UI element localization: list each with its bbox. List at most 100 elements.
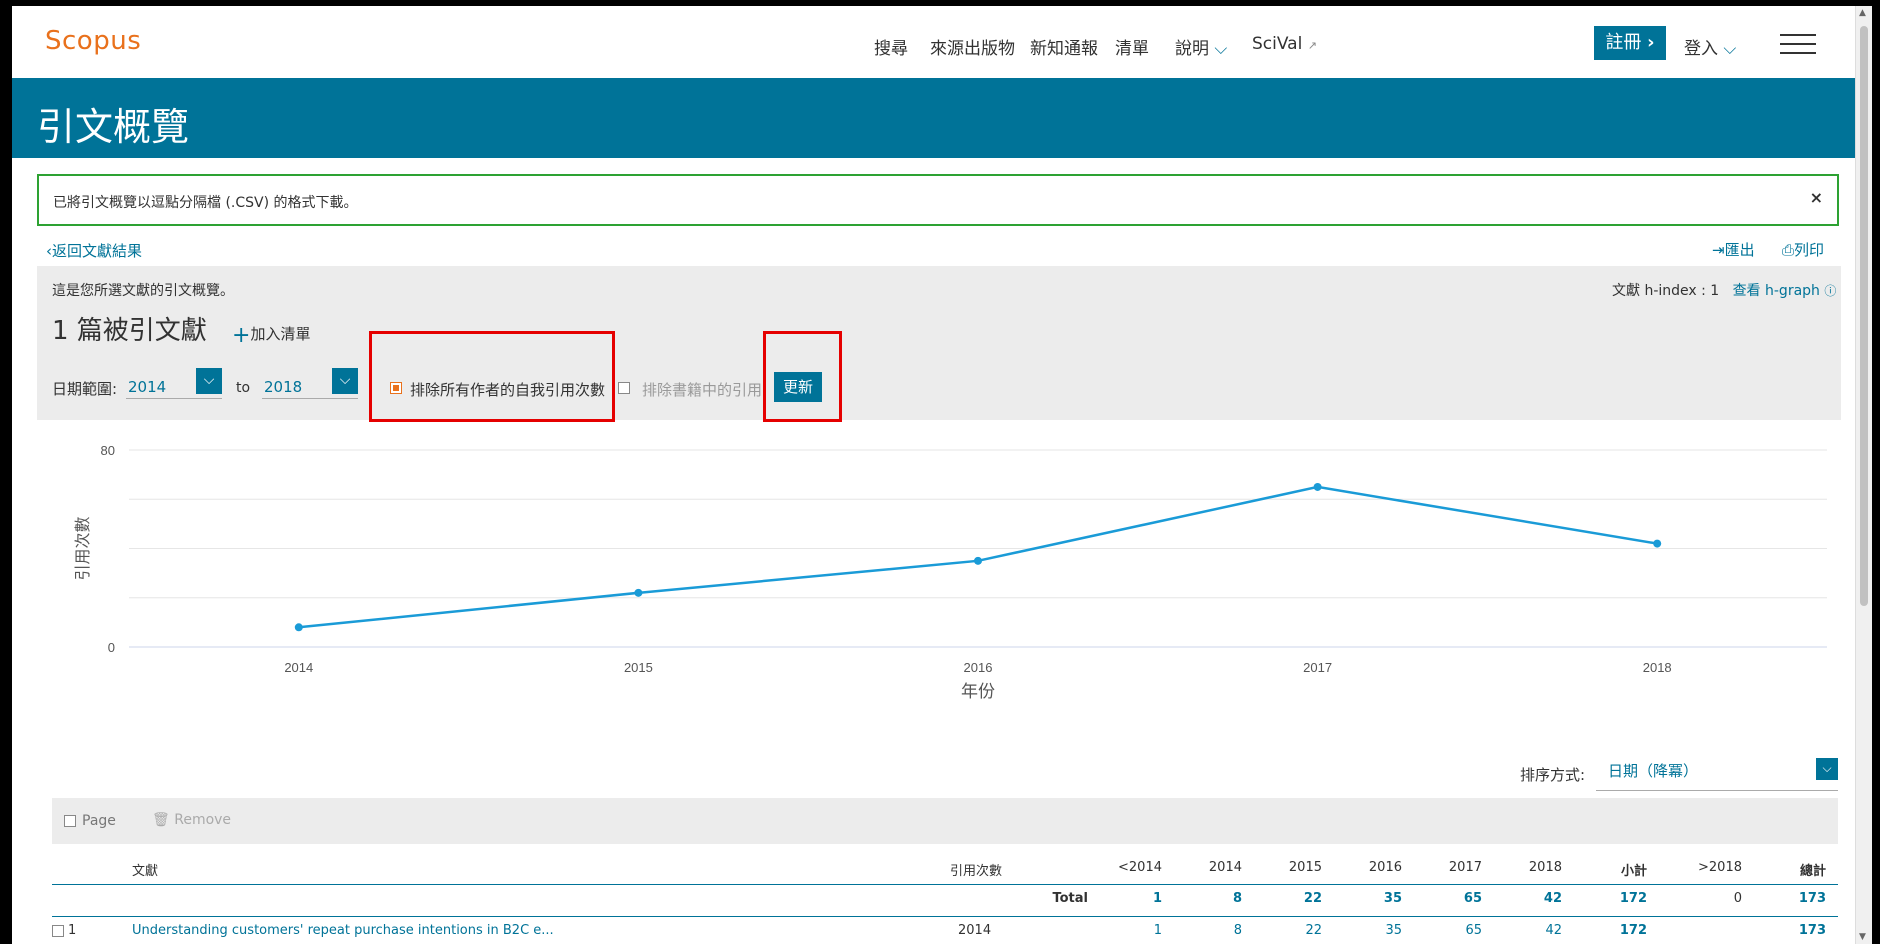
close-icon[interactable]: × <box>1810 188 1823 207</box>
citation-cell[interactable]: 8 <box>1162 923 1242 938</box>
total-cell[interactable]: 172 <box>1567 891 1647 906</box>
signup-label: 註冊 <box>1605 32 1642 53</box>
citation-cell[interactable]: 22 <box>1242 923 1322 938</box>
overview-description: 這是您所選文獻的引文概覽。 <box>52 283 234 299</box>
download-notice: 已將引文概覽以逗點分隔檔 (.CSV) 的格式下載。 × <box>37 174 1839 226</box>
chevron-down-icon[interactable]: ⌵ <box>332 368 358 394</box>
citation-cell[interactable]: 173 <box>1746 923 1826 938</box>
nav-scival[interactable]: SciVal ↗ <box>1252 34 1317 54</box>
x-tick-label: 2017 <box>1303 660 1332 675</box>
column-header: 小計 <box>1620 864 1647 879</box>
data-point <box>634 588 643 597</box>
login-button[interactable]: 登入 ⌵ <box>1684 34 1736 59</box>
h-index-label: 文獻 h-index : 1 <box>1612 283 1720 299</box>
scroll-up-icon[interactable]: ▲ <box>1859 8 1866 18</box>
y-tick-label: 80 <box>101 443 115 458</box>
highlight-box-update <box>763 331 842 422</box>
total-cell[interactable]: 1 <box>1082 891 1162 906</box>
external-link-icon: ↗ <box>1307 39 1317 52</box>
chevron-down-icon[interactable]: ⌵ <box>1816 758 1838 780</box>
plus-icon: + <box>232 323 251 348</box>
column-header: 2014 <box>1208 860 1242 875</box>
citation-cell[interactable]: 65 <box>1402 923 1482 938</box>
nav-lists[interactable]: 清單 <box>1115 34 1149 59</box>
table-toolbar: Page 🗑 Remove <box>52 798 1838 844</box>
select-page-label[interactable]: Page <box>82 813 116 829</box>
date-to-select[interactable]: 2018 ⌵ <box>262 368 358 399</box>
column-header[interactable]: 引用次數 <box>912 860 1002 879</box>
column-header: <2014 <box>1118 860 1162 875</box>
back-to-results-link[interactable]: ‹返回文獻結果 <box>46 240 142 261</box>
chevron-down-icon[interactable]: ⌵ <box>196 368 222 394</box>
printer-icon: ⎙ <box>1782 241 1795 259</box>
total-cell[interactable]: 42 <box>1482 891 1562 906</box>
total-cell[interactable]: 22 <box>1242 891 1322 906</box>
y-tick-label: 0 <box>108 640 115 655</box>
select-page-checkbox[interactable] <box>64 815 76 827</box>
chevron-right-icon: › <box>1647 32 1655 53</box>
date-from-select[interactable]: 2014 ⌵ <box>126 368 222 399</box>
notice-text: 已將引文概覽以逗點分隔檔 (.CSV) 的格式下載。 <box>53 195 358 211</box>
row-checkbox[interactable] <box>52 925 64 937</box>
h-index: 文獻 h-index : 1 查看 h-graph ⓘ <box>1612 280 1836 300</box>
sort-label: 排序方式: <box>1520 766 1586 784</box>
scrollbar-thumb[interactable] <box>1860 26 1868 606</box>
data-point <box>1313 482 1322 491</box>
nav-help[interactable]: 說明 ⌵ <box>1175 34 1227 59</box>
remove-button[interactable]: 🗑 Remove <box>152 812 231 828</box>
data-point <box>294 623 303 632</box>
view-h-graph-link[interactable]: 查看 h-graph <box>1733 283 1820 299</box>
nav-alerts[interactable]: 新知通報 <box>1030 34 1098 59</box>
column-header: >2018 <box>1698 860 1742 875</box>
data-point <box>1653 539 1662 548</box>
column-header[interactable]: 文獻 <box>132 860 158 879</box>
date-to-value: 2018 <box>264 378 303 396</box>
scopus-logo[interactable]: Scopus <box>45 26 141 56</box>
page-banner: 引文概覽 <box>12 78 1872 158</box>
total-label: Total <box>1052 891 1088 906</box>
top-navigation: Scopus 搜尋 來源出版物 新知通報 清單 說明 ⌵ SciVal ↗ 註冊… <box>12 6 1872 78</box>
citation-cell[interactable]: 42 <box>1482 923 1562 938</box>
add-to-list-label: 加入清單 <box>250 325 311 343</box>
nav-help-label: 說明 <box>1175 39 1209 59</box>
export-icon: ⇥ <box>1712 241 1725 259</box>
export-button[interactable]: ⇥匯出 <box>1712 239 1755 260</box>
date-from-value: 2014 <box>128 378 167 396</box>
total-cell[interactable]: 35 <box>1322 891 1402 906</box>
browser-page: Scopus 搜尋 來源出版物 新知通報 清單 說明 ⌵ SciVal ↗ 註冊… <box>12 6 1872 944</box>
total-cell[interactable]: 173 <box>1746 891 1826 906</box>
citation-cell[interactable]: 1 <box>1082 923 1162 938</box>
row-index: 1 <box>68 923 77 938</box>
nav-sources[interactable]: 來源出版物 <box>930 34 1015 59</box>
scroll-down-icon[interactable]: ▼ <box>1859 932 1866 942</box>
sort-select[interactable]: 日期（降冪） ⌵ <box>1596 754 1838 791</box>
date-range-label: 日期範圍: <box>52 380 118 398</box>
remove-label: Remove <box>174 812 232 828</box>
add-to-list-button[interactable]: +加入清單 <box>232 320 311 348</box>
exclude-books-checkbox[interactable] <box>618 382 630 394</box>
x-tick-label: 2016 <box>964 660 993 675</box>
trash-icon: 🗑 <box>152 812 170 828</box>
menu-icon[interactable] <box>1780 34 1816 61</box>
help-icon[interactable]: ⓘ <box>1824 284 1836 298</box>
column-header: 總計 <box>1799 864 1826 879</box>
print-button[interactable]: ⎙列印 <box>1782 239 1824 260</box>
total-cell[interactable]: 8 <box>1162 891 1242 906</box>
column-header: 2016 <box>1368 860 1402 875</box>
sort-value: 日期（降冪） <box>1608 762 1699 780</box>
vertical-scrollbar[interactable]: ▲ ▼ <box>1855 6 1872 944</box>
citation-cell[interactable]: 172 <box>1567 923 1647 938</box>
total-cell[interactable]: 65 <box>1402 891 1482 906</box>
nav-search[interactable]: 搜尋 <box>874 34 908 59</box>
x-tick-label: 2014 <box>284 660 313 675</box>
chevron-down-icon: ⌵ <box>1214 39 1228 59</box>
back-label: 返回文獻結果 <box>52 242 143 260</box>
exclude-books-label[interactable]: 排除書籍中的引用 <box>642 379 762 400</box>
document-title-link[interactable]: Understanding customers' repeat purchase… <box>132 923 554 938</box>
column-header: 2017 <box>1448 860 1482 875</box>
signup-button[interactable]: 註冊 › <box>1594 26 1666 60</box>
citation-cell[interactable]: 35 <box>1322 923 1402 938</box>
citations-line-chart: 0 80 2014 2015 2016 2017 2018 年份 引用次數 <box>73 443 1827 702</box>
column-header: 2015 <box>1288 860 1322 875</box>
y-axis-label: 引用次數 <box>73 516 92 580</box>
